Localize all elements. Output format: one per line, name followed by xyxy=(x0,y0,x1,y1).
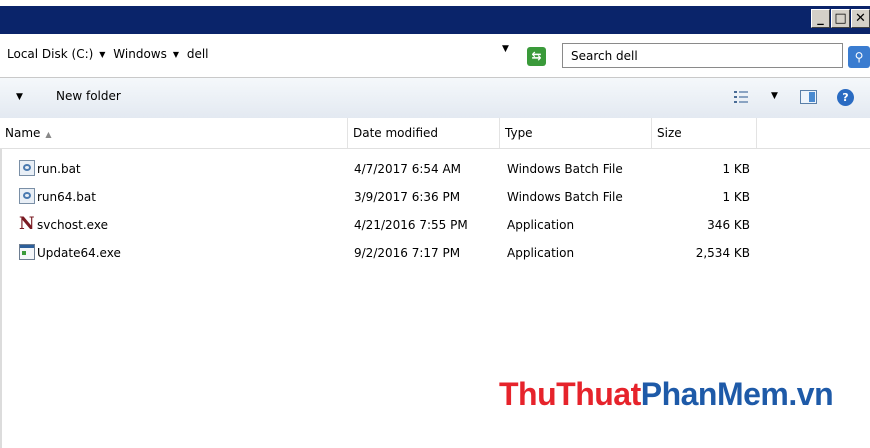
file-date: 3/9/2017 6:36 PM xyxy=(354,190,461,204)
chevron-down-icon[interactable]: ▼ xyxy=(173,50,179,59)
file-type: Application xyxy=(507,218,575,232)
window-controls: _ □ ✕ xyxy=(810,9,870,31)
breadcrumb-dell[interactable]: dell xyxy=(187,47,209,61)
view-options-dropdown-icon[interactable]: ▼ xyxy=(771,91,778,101)
n-app-icon: N xyxy=(19,214,35,234)
search-icon[interactable]: ⚲ xyxy=(848,46,870,68)
organize-dropdown-icon[interactable]: ▼ xyxy=(16,92,23,102)
search-placeholder: Search dell xyxy=(571,49,638,63)
address-bar: Local Disk (C:) ▼ Windows ▼ dell ▼ ⇆ Searc… xyxy=(0,34,870,78)
refresh-icon[interactable]: ⇆ xyxy=(527,47,546,66)
title-bar: _ □ ✕ xyxy=(0,0,870,34)
file-row-run-bat[interactable]: run.bat 4/7/2017 6:54 AM Windows Batch F… xyxy=(0,158,870,181)
file-type: Application xyxy=(507,246,575,260)
new-folder-button[interactable]: New folder xyxy=(56,89,121,103)
column-size-label: Size xyxy=(657,126,682,140)
file-row-run64-bat[interactable]: run64.bat 3/9/2017 6:36 PM Windows Batch… xyxy=(0,186,870,209)
column-size[interactable]: Size xyxy=(652,118,757,148)
watermark-part1: ThuThuat xyxy=(499,376,641,412)
maximize-button[interactable]: □ xyxy=(831,9,850,28)
file-size: 2,534 KB xyxy=(695,246,750,260)
file-date: 4/21/2016 7:55 PM xyxy=(354,218,468,232)
column-date-label: Date modified xyxy=(353,126,439,140)
file-row-update64-exe[interactable]: Update64.exe 9/2/2016 7:17 PM Applicatio… xyxy=(0,242,870,265)
exe-app-icon xyxy=(19,244,35,260)
minimize-button[interactable]: _ xyxy=(811,9,830,28)
breadcrumb-windows[interactable]: Windows xyxy=(113,47,167,61)
file-size: 1 KB xyxy=(722,162,750,176)
column-type-label: Type xyxy=(505,126,533,140)
file-name: run.bat xyxy=(37,162,81,176)
column-date-modified[interactable]: Date modified xyxy=(348,118,500,148)
file-type: Windows Batch File xyxy=(507,162,623,176)
watermark-part2: PhanMem.vn xyxy=(640,376,834,412)
file-date: 4/7/2017 6:54 AM xyxy=(354,162,462,176)
breadcrumb-local-disk[interactable]: Local Disk (C:) xyxy=(7,47,93,61)
chevron-down-icon[interactable]: ▼ xyxy=(99,50,105,59)
file-name: run64.bat xyxy=(37,190,96,204)
column-type[interactable]: Type xyxy=(500,118,652,148)
file-size: 1 KB xyxy=(722,190,750,204)
file-row-svchost-exe[interactable]: N svchost.exe 4/21/2016 7:55 PM Applicat… xyxy=(0,214,870,237)
address-history-dropdown-icon[interactable]: ▼ xyxy=(502,44,509,54)
batch-file-icon xyxy=(19,188,35,204)
help-icon[interactable]: ? xyxy=(837,89,854,106)
column-header: Name ▲ Date modified Type Size xyxy=(0,118,870,149)
close-button[interactable]: ✕ xyxy=(851,9,870,28)
preview-pane-icon[interactable] xyxy=(800,90,817,104)
search-input[interactable]: Search dell xyxy=(562,43,843,68)
breadcrumb[interactable]: Local Disk (C:) ▼ Windows ▼ dell xyxy=(7,47,213,61)
file-type: Windows Batch File xyxy=(507,190,623,204)
column-name[interactable]: Name ▲ xyxy=(0,118,348,148)
file-name: Update64.exe xyxy=(37,246,121,260)
file-name: svchost.exe xyxy=(37,218,108,232)
file-size: 346 KB xyxy=(707,218,750,232)
change-view-icon[interactable] xyxy=(734,91,748,103)
batch-file-icon xyxy=(19,160,35,176)
watermark: ThuThuatPhanMem.vn xyxy=(499,376,834,413)
top-edge xyxy=(0,0,870,6)
command-toolbar: ▼ New folder ▼ ? xyxy=(0,78,870,119)
sort-ascending-icon: ▲ xyxy=(45,130,52,139)
column-name-label: Name xyxy=(5,126,41,140)
file-date: 9/2/2016 7:17 PM xyxy=(354,246,461,260)
